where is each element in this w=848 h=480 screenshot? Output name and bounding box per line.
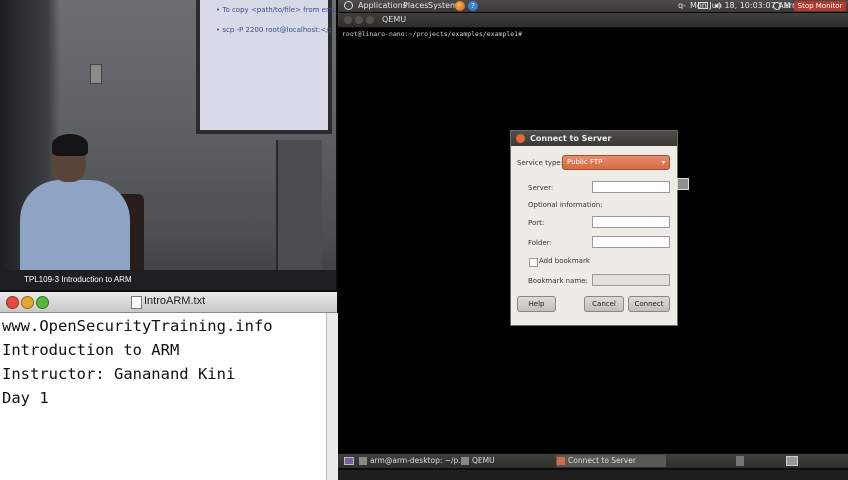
- text-line-1: www.OpenSecurityTraining.info: [2, 317, 273, 335]
- service-type-select[interactable]: Public FTP ▾: [562, 155, 670, 170]
- port-input[interactable]: [592, 216, 670, 228]
- taskbar-item-terminal[interactable]: arm@arm-desktop: ~/p...: [358, 455, 465, 467]
- text-line-4: Day 1: [2, 389, 49, 407]
- help-button[interactable]: Help: [517, 296, 556, 312]
- ubuntu-logo-icon[interactable]: [344, 1, 353, 10]
- trash-icon[interactable]: [736, 456, 744, 466]
- minimize-button[interactable]: [21, 296, 34, 309]
- port-label: Port:: [528, 219, 545, 227]
- server-label: Server:: [528, 184, 554, 192]
- text-line-2: Introduction to ARM: [2, 341, 180, 359]
- taskbar-item-connect-to-server[interactable]: Connect to Server: [556, 455, 666, 467]
- projector-screen: • To copy <path/to/file> from emulat • s…: [196, 0, 336, 134]
- folder-label: Folder:: [528, 239, 552, 247]
- door: [276, 140, 322, 270]
- projector-line-2: • scp -P 2200 root@localhost:</p: [216, 26, 334, 34]
- show-desktop-icon[interactable]: [344, 457, 354, 465]
- top-panel: Applications Places System ? q- ◂) Mon J…: [338, 0, 848, 12]
- add-bookmark-checkbox[interactable]: [529, 258, 538, 267]
- bookmark-name-label: Bookmark name:: [528, 277, 588, 285]
- network-icon[interactable]: q-: [678, 0, 686, 12]
- text-line-3: Instructor: Gananand Kini: [2, 365, 236, 383]
- firefox-icon[interactable]: [455, 1, 465, 11]
- window-title: QEMU: [382, 15, 407, 24]
- service-type-value: Public FTP: [567, 158, 603, 166]
- mouse-cursor-icon: [677, 178, 689, 190]
- projector-line-1: • To copy <path/to/file> from emulat: [216, 6, 336, 14]
- taskbar-item-label: arm@arm-desktop: ~/p...: [370, 456, 466, 465]
- server-input[interactable]: [592, 181, 670, 193]
- dialog-titlebar[interactable]: Connect to Server: [511, 131, 677, 146]
- cancel-button[interactable]: Cancel: [584, 296, 624, 312]
- connect-button[interactable]: Connect: [628, 296, 670, 312]
- chevron-down-icon: ▾: [661, 159, 665, 166]
- zoom-button[interactable]: [36, 296, 49, 309]
- close-button[interactable]: [6, 296, 19, 309]
- service-type-label: Service type:: [517, 159, 564, 167]
- document-icon: [131, 296, 142, 309]
- logo-badge: Stop Monitor: [794, 1, 846, 11]
- maximize-button[interactable]: [366, 16, 374, 24]
- bottom-strip: [338, 470, 848, 480]
- terminal-prompt: root@linaro-nano:~/projects/examples/exa…: [342, 30, 523, 38]
- optional-info-label: Optional information:: [528, 201, 603, 209]
- qemu-icon: [461, 457, 469, 465]
- textedit-window: IntroARM.txt www.OpenSecurityTraining.in…: [0, 292, 338, 480]
- add-bookmark-label: Add bookmark: [539, 257, 590, 265]
- bookmark-name-input[interactable]: [592, 274, 670, 286]
- dialog-icon: [557, 457, 565, 465]
- help-icon[interactable]: ?: [468, 1, 478, 11]
- close-button[interactable]: [344, 16, 352, 24]
- terminal-icon: [359, 457, 367, 465]
- vertical-scrollbar[interactable]: [326, 313, 338, 480]
- light-switch: [90, 64, 102, 84]
- presenter-hair: [52, 134, 88, 156]
- close-icon[interactable]: [516, 134, 525, 143]
- taskbar-item-label: QEMU: [472, 456, 495, 465]
- folder-input[interactable]: [592, 236, 670, 248]
- window-title: IntroARM.txt: [144, 295, 206, 307]
- connect-to-server-dialog: Connect to Server Service type: Public F…: [510, 130, 678, 326]
- video-caption: TPL109-3 Introduction to ARM: [24, 275, 132, 284]
- camera-feed: • To copy <path/to/file> from emulat • s…: [0, 0, 336, 290]
- taskbar-item-qemu[interactable]: QEMU: [460, 455, 550, 467]
- power-icon[interactable]: [773, 2, 781, 10]
- minimize-button[interactable]: [355, 16, 363, 24]
- workspace-switcher-icon[interactable]: [786, 456, 798, 466]
- taskbar-item-label: Connect to Server: [568, 456, 636, 465]
- qemu-titlebar[interactable]: QEMU: [338, 13, 848, 27]
- dialog-title: Connect to Server: [530, 134, 612, 143]
- menu-places[interactable]: Places: [403, 0, 428, 12]
- bottom-taskbar: arm@arm-desktop: ~/p... QEMU Connect to …: [338, 454, 848, 468]
- text-area[interactable]: www.OpenSecurityTraining.info Introducti…: [2, 314, 322, 474]
- textedit-titlebar[interactable]: IntroARM.txt: [0, 292, 337, 313]
- menu-applications[interactable]: Applications: [358, 0, 407, 12]
- presenter-body: [20, 180, 130, 280]
- menu-system[interactable]: System: [428, 0, 458, 12]
- desktop: Applications Places System ? q- ◂) Mon J…: [338, 0, 848, 480]
